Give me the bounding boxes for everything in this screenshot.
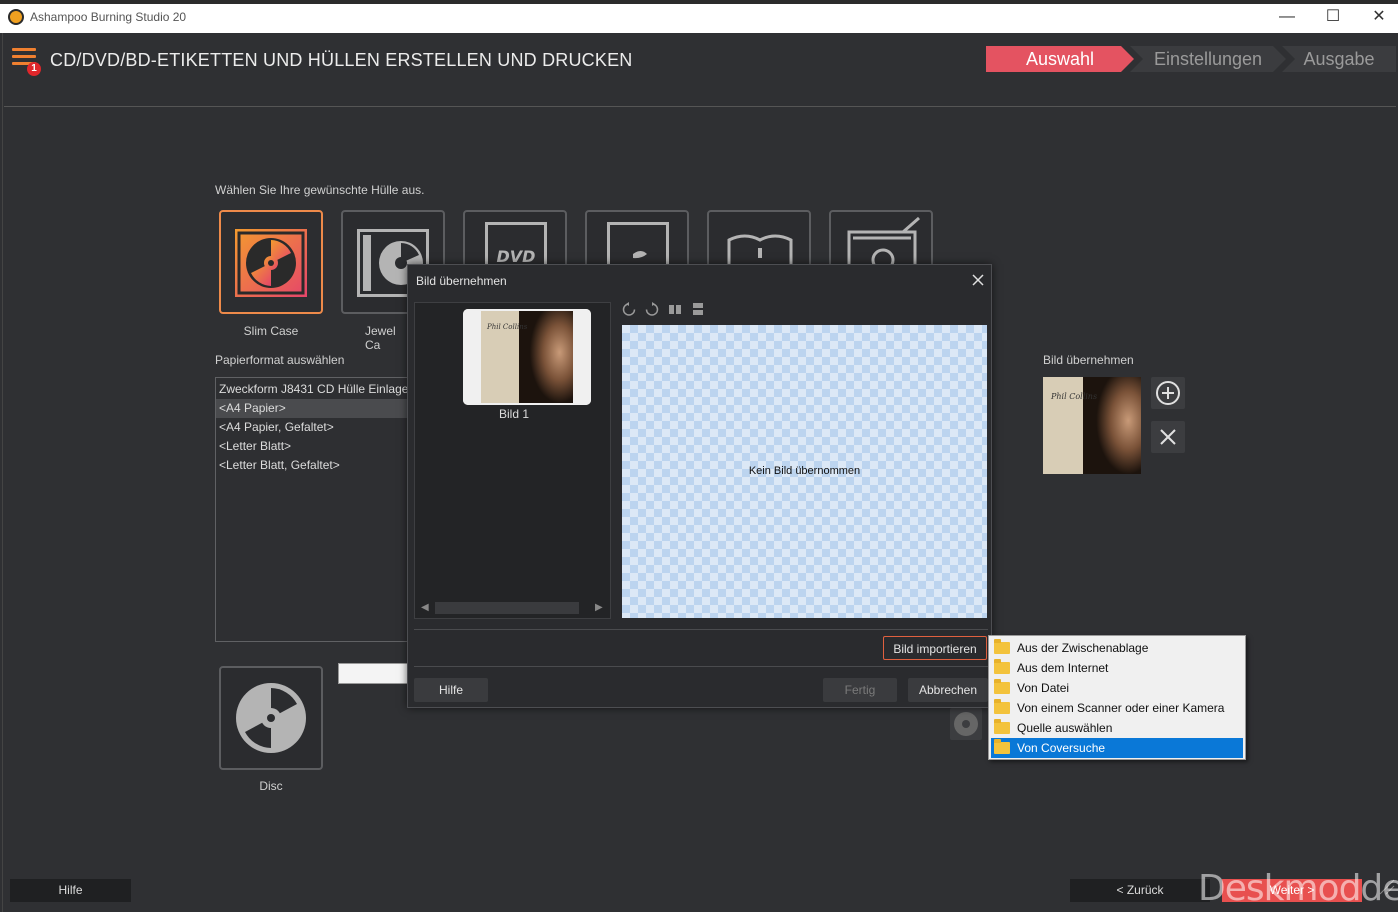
menu-item-select-source[interactable]: Quelle auswählen [991, 718, 1243, 738]
paper-item[interactable]: Zweckform J8431 CD Hülle Einlage [216, 380, 410, 399]
import-source-menu: Aus der Zwischenablage Aus dem Internet … [988, 635, 1246, 760]
scroll-right-icon[interactable]: ▶ [595, 602, 603, 613]
paper-format-label: Papierformat auswählen [215, 353, 345, 367]
menu-item-scanner[interactable]: Von einem Scanner oder einer Kamera [991, 698, 1243, 718]
step-ausgabe[interactable]: Ausgabe [1282, 46, 1396, 72]
page-title: CD/DVD/BD-ETIKETTEN UND HÜLLEN ERSTELLEN… [50, 50, 633, 70]
svg-text:Phil Collins: Phil Collins [1050, 392, 1097, 401]
horizontal-scrollbar[interactable] [435, 602, 579, 614]
paper-format-list[interactable]: Zweckform J8431 CD Hülle Einlage <A4 Pap… [215, 377, 411, 642]
dialog-divider [414, 629, 988, 630]
menu-item-internet[interactable]: Aus dem Internet [991, 658, 1243, 678]
close-icon [1160, 429, 1176, 445]
right-panel-label: Bild übernehmen [1043, 353, 1134, 367]
rotate-right-icon[interactable] [644, 301, 660, 317]
done-button[interactable]: Fertig [823, 678, 897, 702]
cover-art-image: Phil Collins [463, 309, 591, 405]
disc-small-icon [954, 712, 978, 736]
close-icon [972, 274, 984, 286]
selected-image-thumbnail[interactable]: Phil Collins [1043, 377, 1141, 474]
disc-label: Disc [259, 779, 283, 793]
dialog-title: Bild übernehmen [416, 274, 507, 288]
import-image-button[interactable]: Bild importieren [883, 636, 987, 660]
image-thumbnail[interactable]: Phil Collins [463, 309, 591, 405]
disc-icon [236, 683, 306, 753]
folder-icon [994, 699, 1010, 714]
folder-icon [994, 739, 1010, 754]
add-image-button[interactable] [1151, 377, 1185, 409]
scroll-left-icon[interactable]: ◀ [421, 602, 429, 613]
folder-icon [994, 639, 1010, 654]
paper-item[interactable]: <A4 Papier, Gefaltet> [216, 418, 410, 437]
sleeve-icon [847, 216, 920, 270]
header-divider [4, 106, 1396, 107]
image-dialog: Bild übernehmen Phil Collins Bild 1 ◀ ▶ [407, 264, 992, 708]
paper-item[interactable]: <Letter Blatt> [216, 437, 410, 456]
svg-text:Phil Collins: Phil Collins [486, 323, 528, 331]
image-list[interactable]: Phil Collins Bild 1 ◀ ▶ [414, 302, 611, 619]
folder-icon [994, 659, 1010, 674]
minimize-button[interactable]: — [1272, 6, 1302, 28]
app-logo-icon [8, 9, 24, 25]
flip-horizontal-icon[interactable] [667, 301, 683, 317]
plus-circle-icon [1156, 381, 1180, 405]
folder-icon [994, 719, 1010, 734]
window-title: Ashampoo Burning Studio 20 [30, 10, 187, 24]
case-label-slim: Slim Case [243, 324, 299, 338]
window-titlebar: Ashampoo Burning Studio 20 — ☐ ✕ [0, 0, 1398, 33]
no-image-text: Kein Bild übernommen [748, 465, 861, 477]
menu-item-cover-search[interactable]: Von Coversuche [991, 738, 1243, 758]
paper-item[interactable]: <Letter Blatt, Gefaltet> [216, 456, 410, 475]
step-auswahl[interactable]: Auswahl [986, 46, 1134, 72]
case-tile-slim[interactable] [219, 210, 323, 314]
window-border [2, 33, 3, 912]
case-prompt: Wählen Sie Ihre gewünschte Hülle aus. [215, 183, 425, 197]
rotate-left-icon[interactable] [621, 301, 637, 317]
maximize-button[interactable]: ☐ [1318, 6, 1348, 28]
dialog-close-button[interactable] [969, 271, 987, 289]
paper-item-selected[interactable]: <A4 Papier> [216, 399, 410, 418]
image-preview-canvas: Kein Bild übernommen [622, 325, 987, 618]
disc-tile[interactable] [219, 666, 323, 770]
menu-item-clipboard[interactable]: Aus der Zwischenablage [991, 638, 1243, 658]
back-button[interactable]: < Zurück [1070, 879, 1210, 902]
folder-icon [994, 679, 1010, 694]
footer-help-button[interactable]: Hilfe [10, 879, 131, 902]
menu-item-file[interactable]: Von Datei [991, 678, 1243, 698]
remove-image-button[interactable] [1151, 421, 1185, 453]
case-label-jewel: Jewel Ca [365, 324, 396, 352]
watermark-text: Deskmodder.de [1198, 868, 1398, 909]
slim-case-icon [235, 229, 307, 297]
cancel-button[interactable]: Abbrechen [908, 678, 988, 702]
dialog-divider [414, 666, 988, 667]
dialog-help-button[interactable]: Hilfe [414, 678, 488, 702]
image-label: Bild 1 [498, 407, 530, 421]
hamburger-menu-icon[interactable]: 1 [12, 46, 41, 76]
cover-art-image: Phil Collins [1043, 377, 1141, 474]
notification-badge: 1 [27, 62, 41, 76]
close-window-button[interactable]: ✕ [1364, 6, 1394, 28]
step-einstellungen[interactable]: Einstellungen [1130, 46, 1286, 72]
taskbar-strip [0, 0, 1398, 4]
disc-edit-button[interactable] [950, 708, 982, 740]
text-field[interactable] [338, 663, 410, 684]
flip-vertical-icon[interactable] [690, 301, 706, 317]
